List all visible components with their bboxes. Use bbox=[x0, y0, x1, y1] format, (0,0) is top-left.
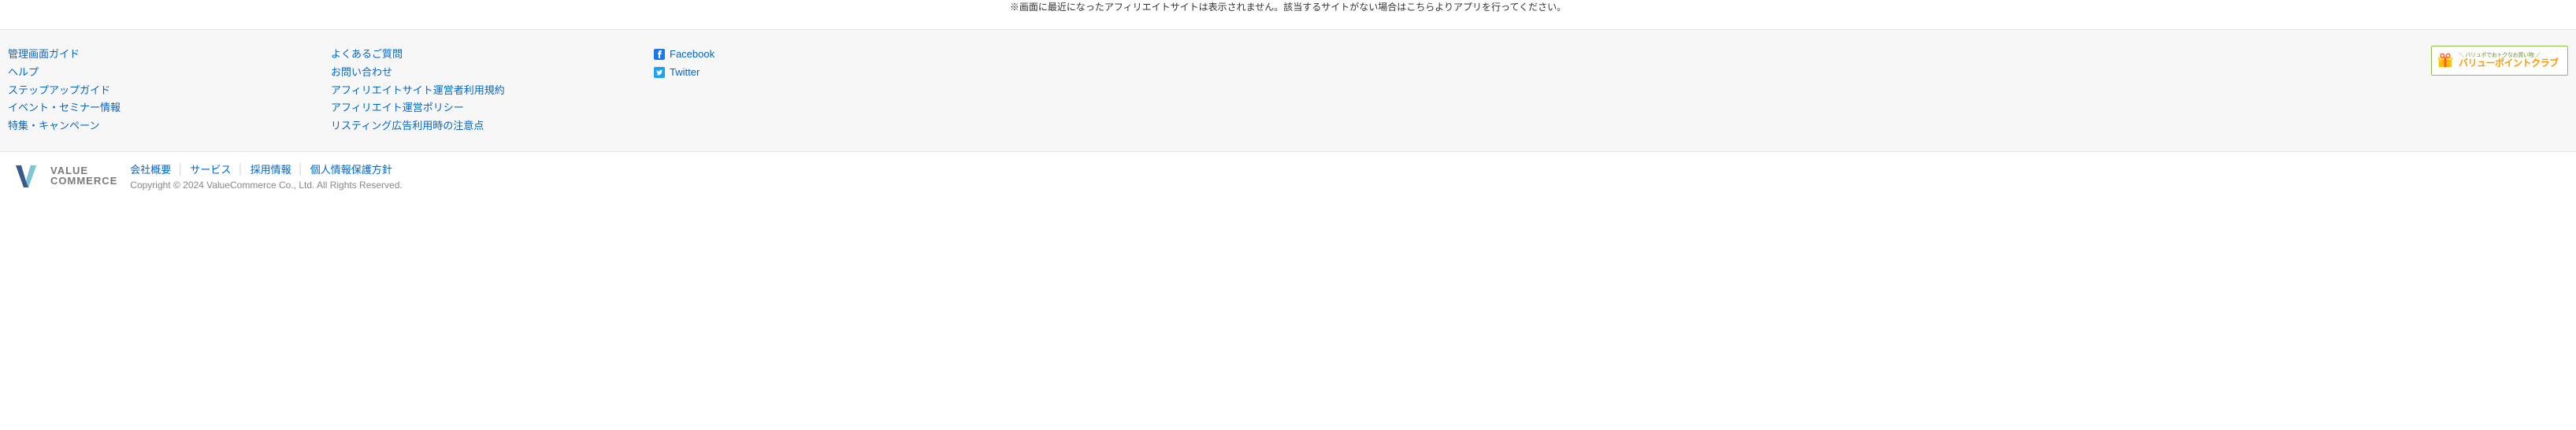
link-service[interactable]: サービス bbox=[184, 161, 237, 176]
twitter-label: Twitter bbox=[670, 64, 700, 82]
gift-icon bbox=[2437, 52, 2454, 69]
link-facebook[interactable]: Facebook bbox=[654, 46, 977, 64]
bottom-bar: VALUE COMMERCE 会社概要 │ サービス │ 採用情報 │ 個人情報… bbox=[0, 152, 2576, 200]
facebook-label: Facebook bbox=[670, 46, 715, 64]
link-faq[interactable]: よくあるご質問 bbox=[331, 48, 403, 60]
link-help[interactable]: ヘルプ bbox=[8, 66, 39, 78]
copyright-text: Copyright © 2024 ValueCommerce Co., Ltd.… bbox=[130, 180, 402, 191]
bottom-links: 会社概要 │ サービス │ 採用情報 │ 個人情報保護方針 Copyright … bbox=[130, 161, 402, 191]
vpc-banner-link[interactable]: ＼ バリュポでおトクなお買い物 ／ バリューポイントクラブ bbox=[2431, 46, 2568, 76]
link-feature-campaign[interactable]: 特集・キャンペーン bbox=[8, 120, 99, 132]
separator: │ bbox=[237, 163, 243, 175]
link-twitter[interactable]: Twitter bbox=[654, 64, 977, 82]
link-listing-ad-notice[interactable]: リスティング広告利用時の注意点 bbox=[331, 120, 484, 132]
link-company[interactable]: 会社概要 bbox=[130, 161, 177, 176]
link-event-seminar[interactable]: イベント・セミナー情報 bbox=[8, 102, 121, 113]
vpc-title: バリューポイントクラブ bbox=[2459, 58, 2559, 69]
footer-col-1: 管理画面ガイド ヘルプ ステップアップガイド イベント・セミナー情報 特集・キャ… bbox=[8, 46, 331, 135]
link-privacy[interactable]: 個人情報保護方針 bbox=[304, 161, 399, 176]
footer-col-2: よくあるご質問 お問い合わせ アフィリエイトサイト運営者利用規約 アフィリエイト… bbox=[331, 46, 654, 135]
footer-col-social: Facebook Twitter bbox=[654, 46, 977, 135]
separator: │ bbox=[177, 163, 184, 175]
link-affiliate-policy[interactable]: アフィリエイト運営ポリシー bbox=[331, 102, 464, 113]
vc-logo-mark bbox=[16, 164, 44, 187]
link-affiliate-terms[interactable]: アフィリエイトサイト運営者利用規約 bbox=[331, 84, 505, 96]
separator: │ bbox=[298, 163, 304, 175]
link-contact[interactable]: お問い合わせ bbox=[331, 66, 392, 78]
link-admin-guide[interactable]: 管理画面ガイド bbox=[8, 48, 80, 60]
link-stepup-guide[interactable]: ステップアップガイド bbox=[8, 84, 110, 96]
footer-col-banner: ＼ バリュポでおトクなお買い物 ／ バリューポイントクラブ bbox=[977, 46, 2568, 135]
link-recruit[interactable]: 採用情報 bbox=[244, 161, 298, 176]
vc-logo: VALUE COMMERCE bbox=[16, 164, 117, 187]
notice-text: ※画面に最近になったアフィリエイトサイトは表示されません。該当するサイトがない場… bbox=[0, 0, 2576, 29]
facebook-icon bbox=[654, 49, 665, 60]
footer-links-section: 管理画面ガイド ヘルプ ステップアップガイド イベント・セミナー情報 特集・キャ… bbox=[0, 29, 2576, 152]
vc-logo-text: VALUE COMMERCE bbox=[50, 165, 117, 187]
twitter-icon bbox=[654, 67, 665, 78]
